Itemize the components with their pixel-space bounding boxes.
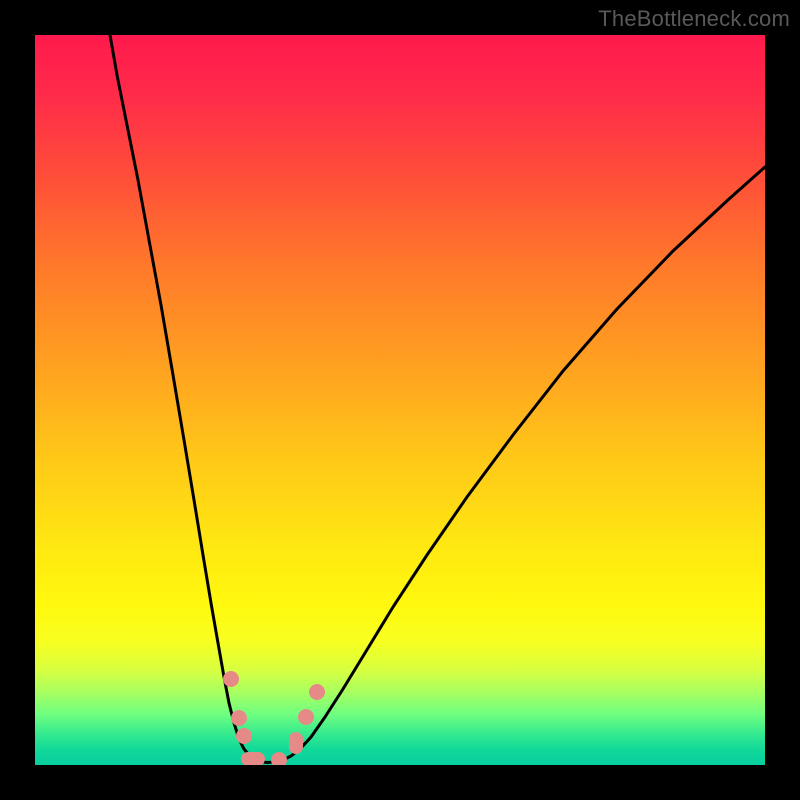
chart-markers [223,671,325,765]
chart-marker [241,752,265,765]
chart-marker [309,684,325,700]
chart-marker [289,732,303,754]
left-curve [110,35,267,763]
chart-marker [231,710,247,726]
right-curve [267,167,765,763]
chart-svg [35,35,765,765]
chart-marker [298,709,314,725]
chart-plot-area [35,35,765,765]
chart-marker [271,752,287,765]
chart-marker [236,728,252,744]
chart-marker [223,671,239,687]
watermark-text: TheBottleneck.com [598,6,790,32]
